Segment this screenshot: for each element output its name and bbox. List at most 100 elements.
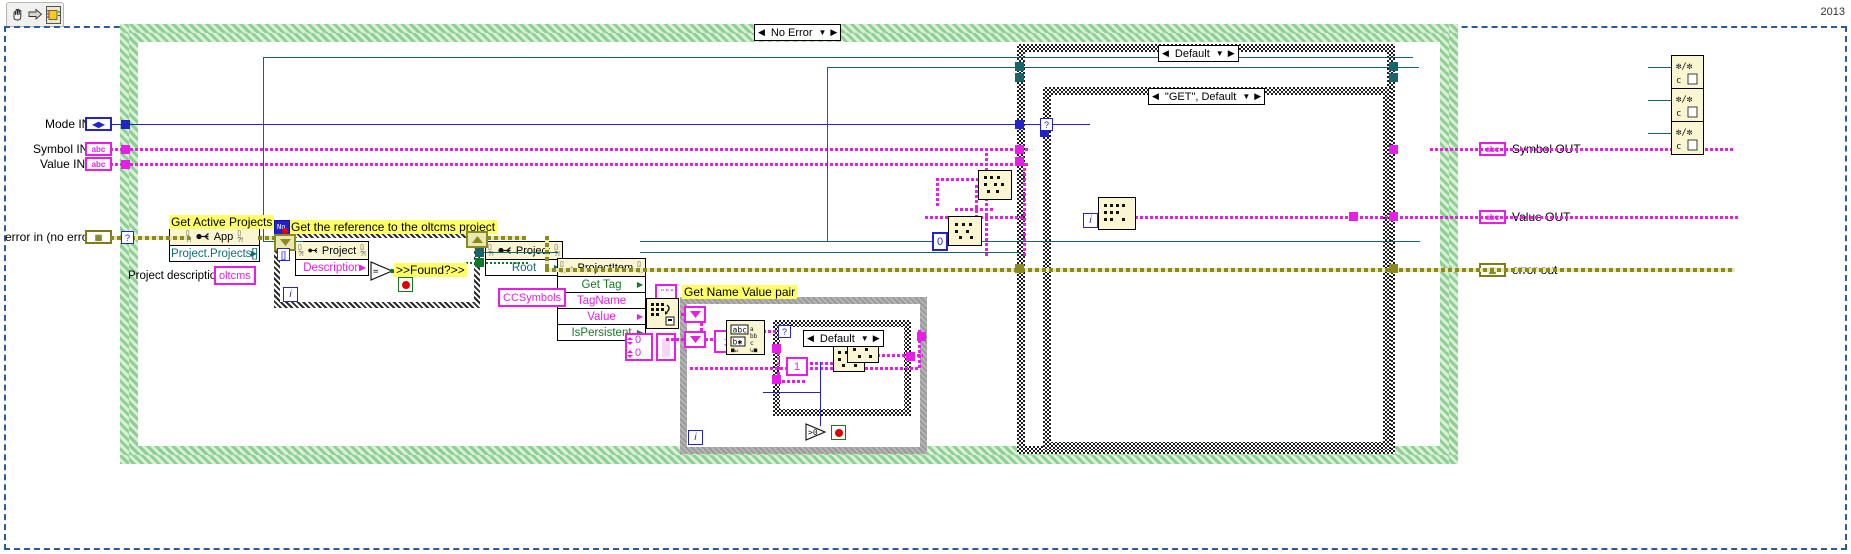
for-loop-index: i — [283, 287, 298, 302]
for-loop-array-term[interactable]: [] — [277, 248, 290, 261]
constant-oltcms[interactable]: oltcms — [214, 266, 256, 285]
wire-refnum-h5 — [827, 67, 1419, 68]
prev-case-icon-4[interactable]: ◀ — [805, 333, 816, 344]
next-case-icon-3[interactable]: ▶ — [1252, 91, 1263, 102]
prev-case-icon-3[interactable]: ◀ — [1150, 91, 1161, 102]
tunnel-in-error[interactable]: ? — [121, 231, 134, 244]
terminal-value-in[interactable]: abc — [85, 157, 112, 171]
hand-tool-icon[interactable] — [10, 7, 25, 23]
comment-get-name-value-pair: Get Name Value pair — [682, 285, 798, 299]
next-case-icon-4[interactable]: ▶ — [871, 333, 882, 344]
loop-compare-node[interactable]: >0 — [805, 423, 827, 446]
subvi-node-b[interactable] — [948, 216, 982, 246]
chevron-down-icon[interactable]: ▼ — [816, 28, 828, 37]
tunnel-in-mode[interactable] — [121, 120, 130, 129]
tunnel-error-right[interactable] — [1389, 264, 1398, 273]
string-to-path-icon-1[interactable]: ✼/✼ c — [1671, 55, 1704, 89]
nested-tunnel-right[interactable] — [906, 352, 915, 361]
vi-icon[interactable] — [46, 5, 61, 24]
shift-register-up-icon[interactable] — [466, 231, 488, 248]
search-1d-array-icon[interactable] — [646, 298, 679, 329]
tunnel-mode[interactable] — [1015, 120, 1024, 129]
project-desc-row[interactable]: Description ▶ — [296, 260, 368, 275]
case-selector-default-nested[interactable]: ◀ Default ▼ ▶ — [803, 330, 884, 347]
run-arrow-icon[interactable] — [28, 7, 43, 23]
match-pattern-icon[interactable]: abc b✱ a bb c ■↵ ↳■ — [726, 320, 765, 355]
app-property-row-projects[interactable]: Project.Projects[] ▶ — [170, 246, 259, 261]
shift-register-pair-icon-1[interactable] — [684, 306, 706, 323]
case-selector-no-error[interactable]: ◀ No Error ▼ ▶ — [754, 24, 842, 41]
project-desc-header: ▯?! Project ▯?! — [296, 242, 368, 260]
chevron-down-icon-2[interactable]: ▼ — [1214, 49, 1226, 58]
wire-refnum-h4 — [640, 252, 1020, 253]
terminal-error-in[interactable]: ▦ — [85, 230, 112, 244]
terminal-mode-in[interactable]: ◀▶ — [85, 117, 112, 131]
reference-icon-3 — [498, 247, 511, 254]
tunnel-symbol-out[interactable] — [1389, 145, 1398, 154]
loop-stop-indicator[interactable] — [831, 425, 846, 440]
projectitem-row-tagname[interactable]: ▶ TagName — [558, 293, 645, 309]
case-selector-default-right[interactable]: ◀ Default ▼ ▶ — [1158, 45, 1239, 62]
tunnel-refnum-r1[interactable] — [1389, 62, 1398, 71]
case-selector-terminal[interactable]: ? — [1040, 118, 1053, 131]
nested-tunnel-left-2[interactable] — [772, 375, 781, 384]
tunnel-value-out[interactable] — [1389, 212, 1398, 221]
wire-value-in — [110, 163, 1028, 166]
label-value-in: Value IN — [40, 157, 86, 171]
shift-register-pair-icon-2[interactable] — [684, 331, 706, 348]
next-case-icon[interactable]: ▶ — [828, 27, 839, 38]
svg-text:bb: bb — [750, 333, 758, 340]
numeric-constant-0-a[interactable]: 0 — [635, 334, 641, 346]
tunnel-refnum-r2[interactable] — [1389, 73, 1398, 82]
wire-up-right — [936, 178, 939, 208]
numeric-constant-zero[interactable]: 0 — [932, 232, 949, 251]
tunnel-symbol[interactable] — [1015, 145, 1024, 154]
numeric-constant-0-b[interactable]: 0 — [635, 347, 641, 359]
svg-text:c: c — [1676, 142, 1681, 152]
stop-boolean-indicator[interactable] — [398, 277, 413, 292]
wire-error-bottom — [545, 268, 1735, 272]
tunnel-found-bool[interactable] — [475, 258, 484, 267]
string-to-path-icon-3[interactable]: ✼/✼ c — [1671, 121, 1704, 155]
wire-refnum-h6 — [640, 241, 1420, 242]
svg-text:c: c — [750, 340, 754, 347]
constant-small-mag[interactable]: 1 — [786, 357, 808, 376]
prev-case-icon-2[interactable]: ◀ — [1160, 48, 1171, 59]
nested-case-selector-terminal[interactable]: ? — [778, 325, 791, 338]
chevron-down-icon-4[interactable]: ▼ — [859, 334, 871, 343]
property-pin-icon: ▶ — [250, 249, 257, 258]
projectitem-row-get-tag[interactable]: Get Tag ▶ — [558, 277, 645, 293]
tunnel-refnum-1[interactable] — [1015, 62, 1024, 71]
string-to-path-icon-2[interactable]: ✼/✼ c — [1671, 88, 1704, 122]
inner-loop-index: i — [1083, 213, 1098, 228]
constant-ccsymbols[interactable]: CCSymbols — [498, 288, 567, 307]
property-pin-icon-2: ▶ — [359, 263, 366, 272]
tunnel-value-mid[interactable] — [1349, 212, 1358, 221]
tunnel-error-left[interactable] — [1015, 264, 1024, 273]
node-corner-tl-3: ▯?! — [488, 243, 494, 258]
app-property-node[interactable]: ▯?! App ▯?! Project.Projects[] ▶ — [169, 227, 260, 262]
tunnel-project-ref[interactable] — [475, 248, 484, 257]
svg-text:c: c — [1676, 109, 1681, 119]
tunnel-refnum-2[interactable] — [1015, 73, 1024, 82]
nested-tunnel-right-2[interactable] — [917, 332, 926, 341]
nested-tunnel-left[interactable] — [772, 344, 781, 353]
projectitem-row-value[interactable]: Value ▶ — [558, 309, 645, 325]
block-diagram-toolbar[interactable] — [6, 2, 64, 27]
project-desc-header-label: Project — [321, 244, 357, 257]
svg-text:>0: >0 — [808, 428, 818, 437]
numeric-constant-cluster[interactable]: 0 0 — [625, 333, 653, 361]
project-description-node[interactable]: ▯?! Project ▯?! Description ▶ — [295, 241, 369, 276]
prev-case-icon[interactable]: ◀ — [756, 27, 767, 38]
terminal-symbol-in[interactable]: abc — [85, 142, 112, 156]
subvi-node-a[interactable] — [978, 170, 1012, 200]
tunnel-value[interactable] — [1015, 157, 1024, 166]
equal-comparison-node[interactable]: = — [370, 261, 395, 286]
next-case-icon-2[interactable]: ▶ — [1226, 48, 1237, 59]
chevron-down-icon-3[interactable]: ▼ — [1240, 92, 1252, 101]
case-selector-get-default[interactable]: ◀ "GET", Default ▼ ▶ — [1148, 88, 1266, 105]
tunnel-in-value[interactable] — [121, 160, 130, 169]
wire-refnum-h1 — [263, 57, 1413, 58]
inner-subvi-node[interactable] — [1098, 197, 1136, 230]
tunnel-in-symbol[interactable] — [121, 145, 130, 154]
